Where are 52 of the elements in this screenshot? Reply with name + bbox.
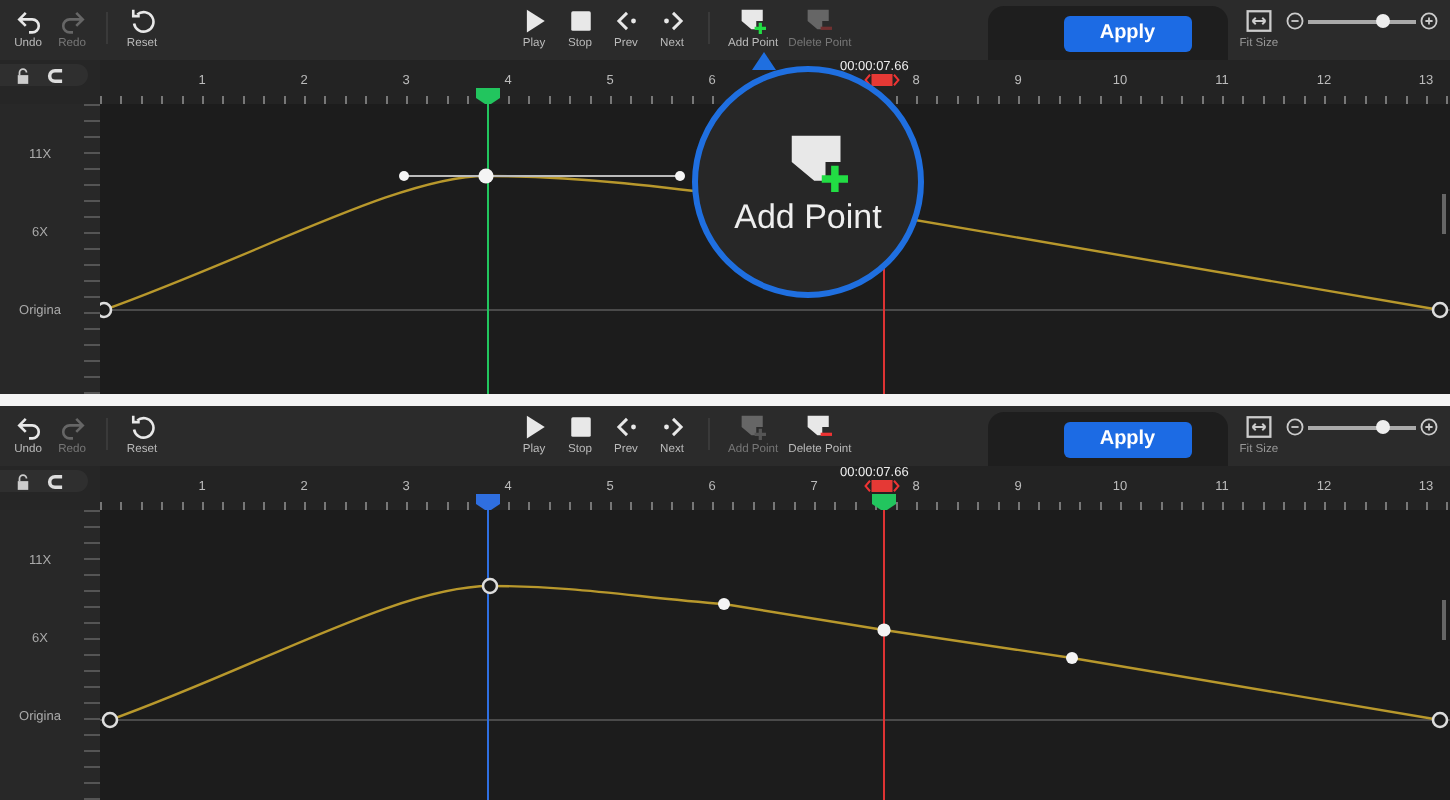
curve-point[interactable]	[1066, 652, 1078, 664]
stop-icon	[567, 414, 593, 440]
playhead-marker[interactable]	[476, 88, 500, 104]
undo-icon	[15, 8, 41, 34]
curve-point[interactable]	[675, 171, 685, 181]
apply-button[interactable]: Apply	[1063, 421, 1192, 457]
playhead-handle[interactable]	[862, 74, 902, 86]
add-point-icon	[740, 414, 767, 440]
zoom-out-icon[interactable]	[1286, 418, 1305, 436]
chevron-right-icon	[659, 8, 685, 34]
curve-point[interactable]	[100, 301, 113, 319]
curve-point[interactable]	[399, 171, 409, 181]
magnet-icon[interactable]	[46, 67, 64, 83]
curve-point[interactable]	[718, 598, 730, 610]
curve-point[interactable]	[877, 623, 891, 637]
curve-point[interactable]	[1431, 301, 1449, 319]
apply-button[interactable]: Apply	[1063, 15, 1192, 51]
redo-icon	[59, 414, 85, 440]
fit-size-icon	[1245, 8, 1272, 34]
curve-point[interactable]	[101, 711, 119, 729]
chevron-right-icon	[659, 414, 685, 440]
zoom-in-icon[interactable]	[1420, 418, 1439, 436]
curve-point[interactable]	[1431, 711, 1449, 729]
redo-icon	[59, 8, 85, 34]
delete-point-icon	[806, 8, 833, 34]
lock-icon[interactable]	[16, 67, 30, 83]
magnet-icon[interactable]	[46, 473, 64, 489]
slider-thumb[interactable]	[1376, 420, 1391, 434]
zoom-out-icon[interactable]	[1286, 12, 1305, 30]
stop-icon	[567, 8, 593, 34]
bezier-handle[interactable]	[403, 175, 681, 177]
playhead-marker[interactable]	[476, 494, 500, 510]
play-icon	[521, 8, 547, 34]
scrollbar[interactable]	[1442, 194, 1446, 234]
chevron-left-icon	[613, 414, 639, 440]
play-icon	[521, 414, 547, 440]
slider-thumb[interactable]	[1376, 14, 1391, 28]
fit-size-icon	[1245, 414, 1272, 440]
playhead-handle[interactable]	[862, 480, 902, 492]
reset-icon	[129, 8, 155, 34]
scrollbar[interactable]	[1442, 600, 1446, 640]
playhead-marker[interactable]	[872, 494, 896, 510]
reset-icon	[129, 414, 155, 440]
magnified-label: Add Point	[734, 197, 882, 237]
curve-point[interactable]	[481, 577, 499, 595]
curve-point[interactable]	[478, 168, 494, 184]
chevron-left-icon	[613, 8, 639, 34]
undo-icon	[15, 414, 41, 440]
lock-icon[interactable]	[16, 473, 30, 489]
delete-point-icon	[806, 414, 833, 440]
zoom-in-icon[interactable]	[1420, 12, 1439, 30]
add-point-icon	[740, 8, 767, 34]
